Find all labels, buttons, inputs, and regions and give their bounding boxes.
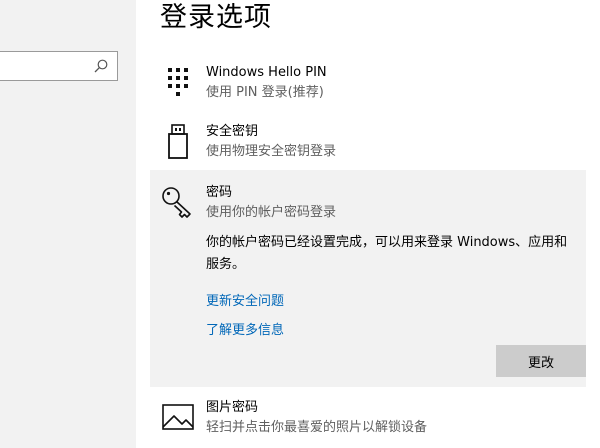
search-box[interactable] <box>0 51 118 81</box>
key-icon <box>162 187 191 218</box>
option-description: 使用物理安全密钥登录 <box>206 144 337 159</box>
password-status-text: 你的帐户密码已经设置完成，可以用来登录 Windows、应用和服务。 <box>206 235 568 272</box>
search-icon[interactable] <box>93 58 109 74</box>
update-security-questions-link[interactable]: 更新安全问题 <box>206 290 284 309</box>
option-password-expanded[interactable]: 密码 使用你的帐户密码登录 你的帐户密码已经设置完成，可以用来登录 Window… <box>150 170 586 387</box>
option-name: Windows Hello PIN <box>206 65 327 80</box>
change-password-button[interactable]: 更改 <box>496 345 586 377</box>
page-title: 登录选项 <box>160 2 272 33</box>
option-description: 使用 PIN 登录(推荐) <box>206 85 324 100</box>
navigation-pane <box>0 0 136 448</box>
option-windows-hello-pin[interactable]: Windows Hello PIN 使用 PIN 登录(推荐) <box>150 64 586 104</box>
option-name: 图片密码 <box>206 400 259 415</box>
option-name: 安全密钥 <box>206 124 259 139</box>
option-description: 使用你的帐户密码登录 <box>206 205 337 220</box>
pin-keypad-icon <box>168 68 188 96</box>
learn-more-link[interactable]: 了解更多信息 <box>206 319 284 338</box>
picture-icon <box>162 404 194 430</box>
option-security-key[interactable]: 安全密钥 使用物理安全密钥登录 <box>150 123 586 163</box>
option-description: 轻扫并点击你最喜爱的照片以解锁设备 <box>206 420 428 435</box>
option-picture-password[interactable]: 图片密码 轻扫并点击你最喜爱的照片以解锁设备 <box>150 399 586 439</box>
option-name: 密码 <box>206 185 233 200</box>
search-input[interactable] <box>0 52 98 80</box>
usb-key-icon <box>168 124 188 159</box>
